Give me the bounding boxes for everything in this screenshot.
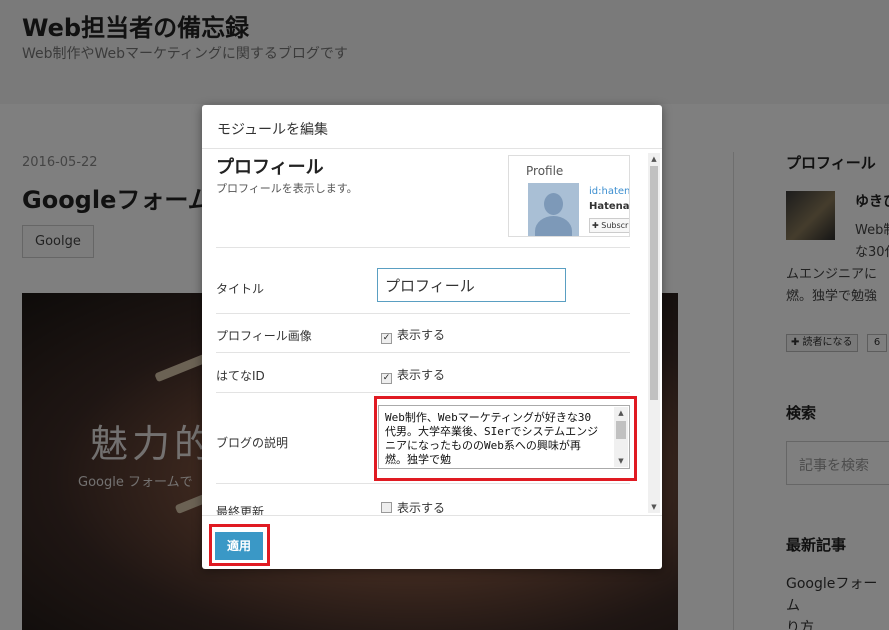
title-input[interactable] — [377, 268, 566, 302]
module-preview: Profile id:hatena Hatena B ✚ Subscri — [508, 155, 630, 237]
scroll-up-icon[interactable]: ▲ — [648, 153, 660, 165]
checkbox-checked[interactable]: ✓ — [381, 333, 392, 344]
preview-title: Profile — [526, 164, 564, 178]
checkbox-checked[interactable]: ✓ — [381, 373, 392, 384]
highlight-box — [209, 524, 270, 566]
divider — [216, 247, 630, 248]
checkbox-unchecked[interactable] — [381, 502, 392, 513]
divider — [216, 313, 630, 314]
preview-subscribe-button: ✚ Subscri — [589, 218, 629, 233]
hatena-id-check-label: 表示する — [397, 368, 446, 382]
hatena-id-label: はてなID — [216, 369, 265, 383]
dialog-footer: 適用 — [202, 515, 662, 569]
scroll-thumb[interactable] — [650, 166, 658, 400]
divider — [216, 392, 630, 393]
profile-image-label: プロフィール画像 — [216, 329, 312, 343]
preview-id: id:hatena — [589, 186, 630, 197]
dialog-scrollbar[interactable]: ▲ ▼ — [648, 153, 660, 513]
hatena-id-checkbox[interactable]: ✓ 表示する — [381, 366, 445, 384]
profile-image-check-label: 表示する — [397, 328, 446, 342]
last-update-checkbox[interactable]: 表示する — [381, 499, 445, 515]
profile-image-checkbox[interactable]: ✓ 表示する — [381, 326, 445, 344]
title-label: タイトル — [216, 282, 265, 296]
last-update-label: 最終更新 — [216, 505, 265, 515]
dialog-title: モジュールを編集 — [202, 105, 662, 149]
divider — [216, 483, 630, 484]
highlight-box — [374, 396, 637, 481]
default-avatar-icon — [528, 183, 579, 236]
edit-module-dialog: モジュールを編集 プロフィール プロフィールを表示します。 Profile id… — [202, 105, 662, 569]
last-update-check-label: 表示する — [397, 501, 446, 515]
module-description: プロフィールを表示します。 — [216, 182, 358, 195]
preview-hatena: Hatena B — [589, 201, 630, 212]
blog-description-label: ブログの説明 — [216, 436, 289, 450]
module-name: プロフィール — [216, 157, 324, 178]
divider — [216, 352, 630, 353]
scroll-down-icon[interactable]: ▼ — [648, 501, 660, 513]
